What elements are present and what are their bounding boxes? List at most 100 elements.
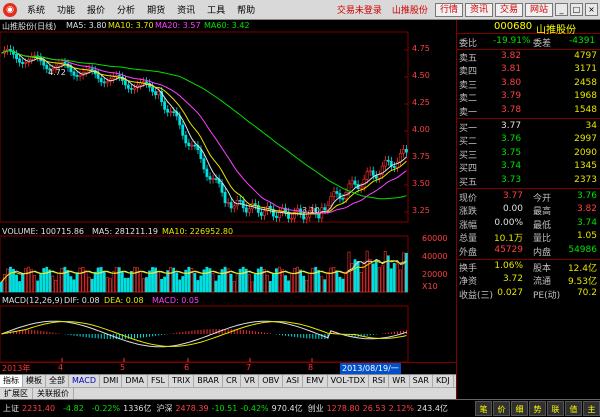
trade-button[interactable]: 交易 xyxy=(494,2,523,17)
buy-level-volume: 1345 xyxy=(574,161,597,172)
tab-macd[interactable]: MACD xyxy=(69,375,100,387)
maximize-button[interactable]: □ xyxy=(570,3,583,16)
tab-trix[interactable]: TRIX xyxy=(169,375,195,387)
website-button[interactable]: 网站 xyxy=(524,2,553,17)
sell-level-price: 3.81 xyxy=(501,64,522,75)
sell-level-label: 卖四 xyxy=(459,67,478,78)
volume-bar xyxy=(132,267,136,293)
volume-bar xyxy=(308,272,312,293)
candle-body xyxy=(326,204,330,211)
app-logo-icon[interactable]: ◉ xyxy=(3,2,17,17)
buy-level-row: 买三 3.75 2090 xyxy=(457,148,600,161)
macd-value-label: MACD: 0.05 xyxy=(152,296,200,305)
sh-index-label[interactable]: 上证 xyxy=(3,403,19,414)
candle-body xyxy=(211,178,215,180)
buy-level-row: 买一 3.77 34 xyxy=(457,121,600,134)
order-diff-label: 委差 xyxy=(533,39,552,49)
tab-related-quotes[interactable]: 关联报价 xyxy=(33,388,74,399)
tab-vr[interactable]: VR xyxy=(241,375,260,387)
menu-function[interactable]: 功能 xyxy=(57,3,75,16)
stock-name-link[interactable]: 山推股份 xyxy=(392,3,428,16)
close-button[interactable]: × xyxy=(585,3,598,16)
stat-label: 今开 xyxy=(533,194,552,204)
volume-bar xyxy=(311,267,315,293)
price-button[interactable]: 价 xyxy=(493,401,510,416)
tab-dmi[interactable]: DMI xyxy=(100,375,123,387)
tab-cr[interactable]: CR xyxy=(223,375,242,387)
candle-body xyxy=(223,192,227,204)
order-ratio-label: 委比 xyxy=(459,39,478,49)
ma5-label: MA5: 3.80 xyxy=(66,21,107,30)
tab-fsl[interactable]: FSL xyxy=(148,375,169,387)
tab-indicator[interactable]: 指标 xyxy=(0,375,23,387)
stat-row: 收益(三) 0.027 PE(动) 70.2 xyxy=(457,288,600,301)
trade-login-link[interactable]: 交易未登录 xyxy=(337,3,382,16)
tab-all[interactable]: 全部 xyxy=(46,375,69,387)
tab-asi[interactable]: ASI xyxy=(283,375,304,387)
cy-index-label[interactable]: 创业 xyxy=(308,403,324,414)
stat-value: 3.77 xyxy=(502,191,523,201)
minimize-button[interactable]: _ xyxy=(555,3,568,16)
sz-index-label[interactable]: 沪深 xyxy=(156,403,172,414)
volume-unit-label: X10 xyxy=(422,282,438,291)
tab-brar[interactable]: BRAR xyxy=(194,375,224,387)
sell-level-volume: 4797 xyxy=(574,51,597,61)
trade-detail-button[interactable]: 笔 xyxy=(475,401,492,416)
kline-chart-area[interactable]: 山推股份(日线) MA5: 3.80 MA10: 3.70 MA20: 3.57… xyxy=(0,20,456,374)
tab-wr[interactable]: WR xyxy=(389,375,410,387)
volume-bar xyxy=(111,271,115,293)
tab-obv[interactable]: OBV xyxy=(259,375,284,387)
volume-bar xyxy=(69,276,73,293)
volume-bar xyxy=(196,280,200,293)
menu-analysis[interactable]: 分析 xyxy=(117,3,135,16)
tab-rsi[interactable]: RSI xyxy=(369,375,390,387)
volume-bar xyxy=(54,280,58,293)
sh-index-change: -4.82 xyxy=(63,404,84,413)
menu-tools[interactable]: 工具 xyxy=(207,3,225,16)
volume-bar xyxy=(214,280,218,293)
buy-level-volume: 34 xyxy=(585,121,597,131)
buy-level-volume: 2997 xyxy=(574,134,597,145)
tab-dma[interactable]: DMA xyxy=(122,375,148,387)
buy-level-price: 3.76 xyxy=(501,134,522,145)
volume-bar xyxy=(271,273,275,293)
menu-futures[interactable]: 期货 xyxy=(147,3,165,16)
stat-value: 0.00 xyxy=(502,204,523,215)
candle-body xyxy=(329,196,333,206)
trend-button[interactable]: 势 xyxy=(529,401,546,416)
candle-body xyxy=(78,74,82,77)
main-button[interactable]: 主 xyxy=(583,401,600,416)
tab-extension-area[interactable]: 扩展区 xyxy=(0,388,33,399)
cy-index-amount: 243.4亿 xyxy=(417,404,448,413)
chart-canvas[interactable] xyxy=(0,20,456,362)
volume-bar xyxy=(84,270,88,293)
buy-level-label: 买五 xyxy=(459,177,478,188)
menu-system[interactable]: 系统 xyxy=(27,3,45,16)
menu-quote[interactable]: 报价 xyxy=(87,3,105,16)
tab-vol-tdx[interactable]: VOL-TDX xyxy=(328,375,370,387)
sz-index-value: 2478.39 xyxy=(175,404,209,413)
detail-button[interactable]: 细 xyxy=(511,401,528,416)
menu-news[interactable]: 资讯 xyxy=(177,3,195,16)
chart-title: 山推股份(日线) xyxy=(2,22,57,31)
price-axis-label: 3.25 xyxy=(412,206,430,215)
candle-body xyxy=(75,75,79,77)
quote-button[interactable]: 行情 xyxy=(434,2,463,17)
candle-body xyxy=(392,165,396,168)
volume-title: VOLUME: 100715.86 xyxy=(2,227,84,236)
candle-body xyxy=(323,207,327,211)
tab-sar[interactable]: SAR xyxy=(410,375,433,387)
date-cursor-label: 2013/08/19/一 xyxy=(340,363,401,374)
sell-level-label: 卖五 xyxy=(459,54,478,64)
tab-template[interactable]: 模板 xyxy=(23,375,46,387)
buy-level-label: 买三 xyxy=(459,150,478,161)
menu-help[interactable]: 帮助 xyxy=(237,3,255,16)
link-button[interactable]: 联 xyxy=(547,401,564,416)
stat-label: 总量 xyxy=(459,234,478,245)
tab-kdj[interactable]: KDJ xyxy=(433,375,454,387)
volume-bar xyxy=(66,269,70,293)
news-button[interactable]: 资讯 xyxy=(464,2,493,17)
tab-emv[interactable]: EMV xyxy=(303,375,328,387)
volume-bar xyxy=(329,267,333,293)
value-button[interactable]: 值 xyxy=(565,401,582,416)
